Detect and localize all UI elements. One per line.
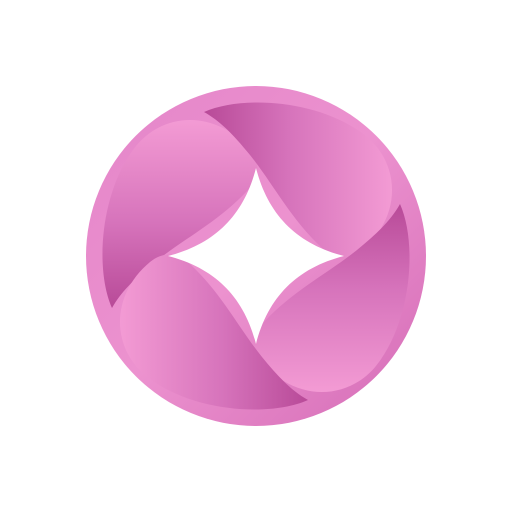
- app-icon-canvas: [0, 0, 512, 512]
- rotating-petals-circle-logo-icon: [86, 86, 426, 426]
